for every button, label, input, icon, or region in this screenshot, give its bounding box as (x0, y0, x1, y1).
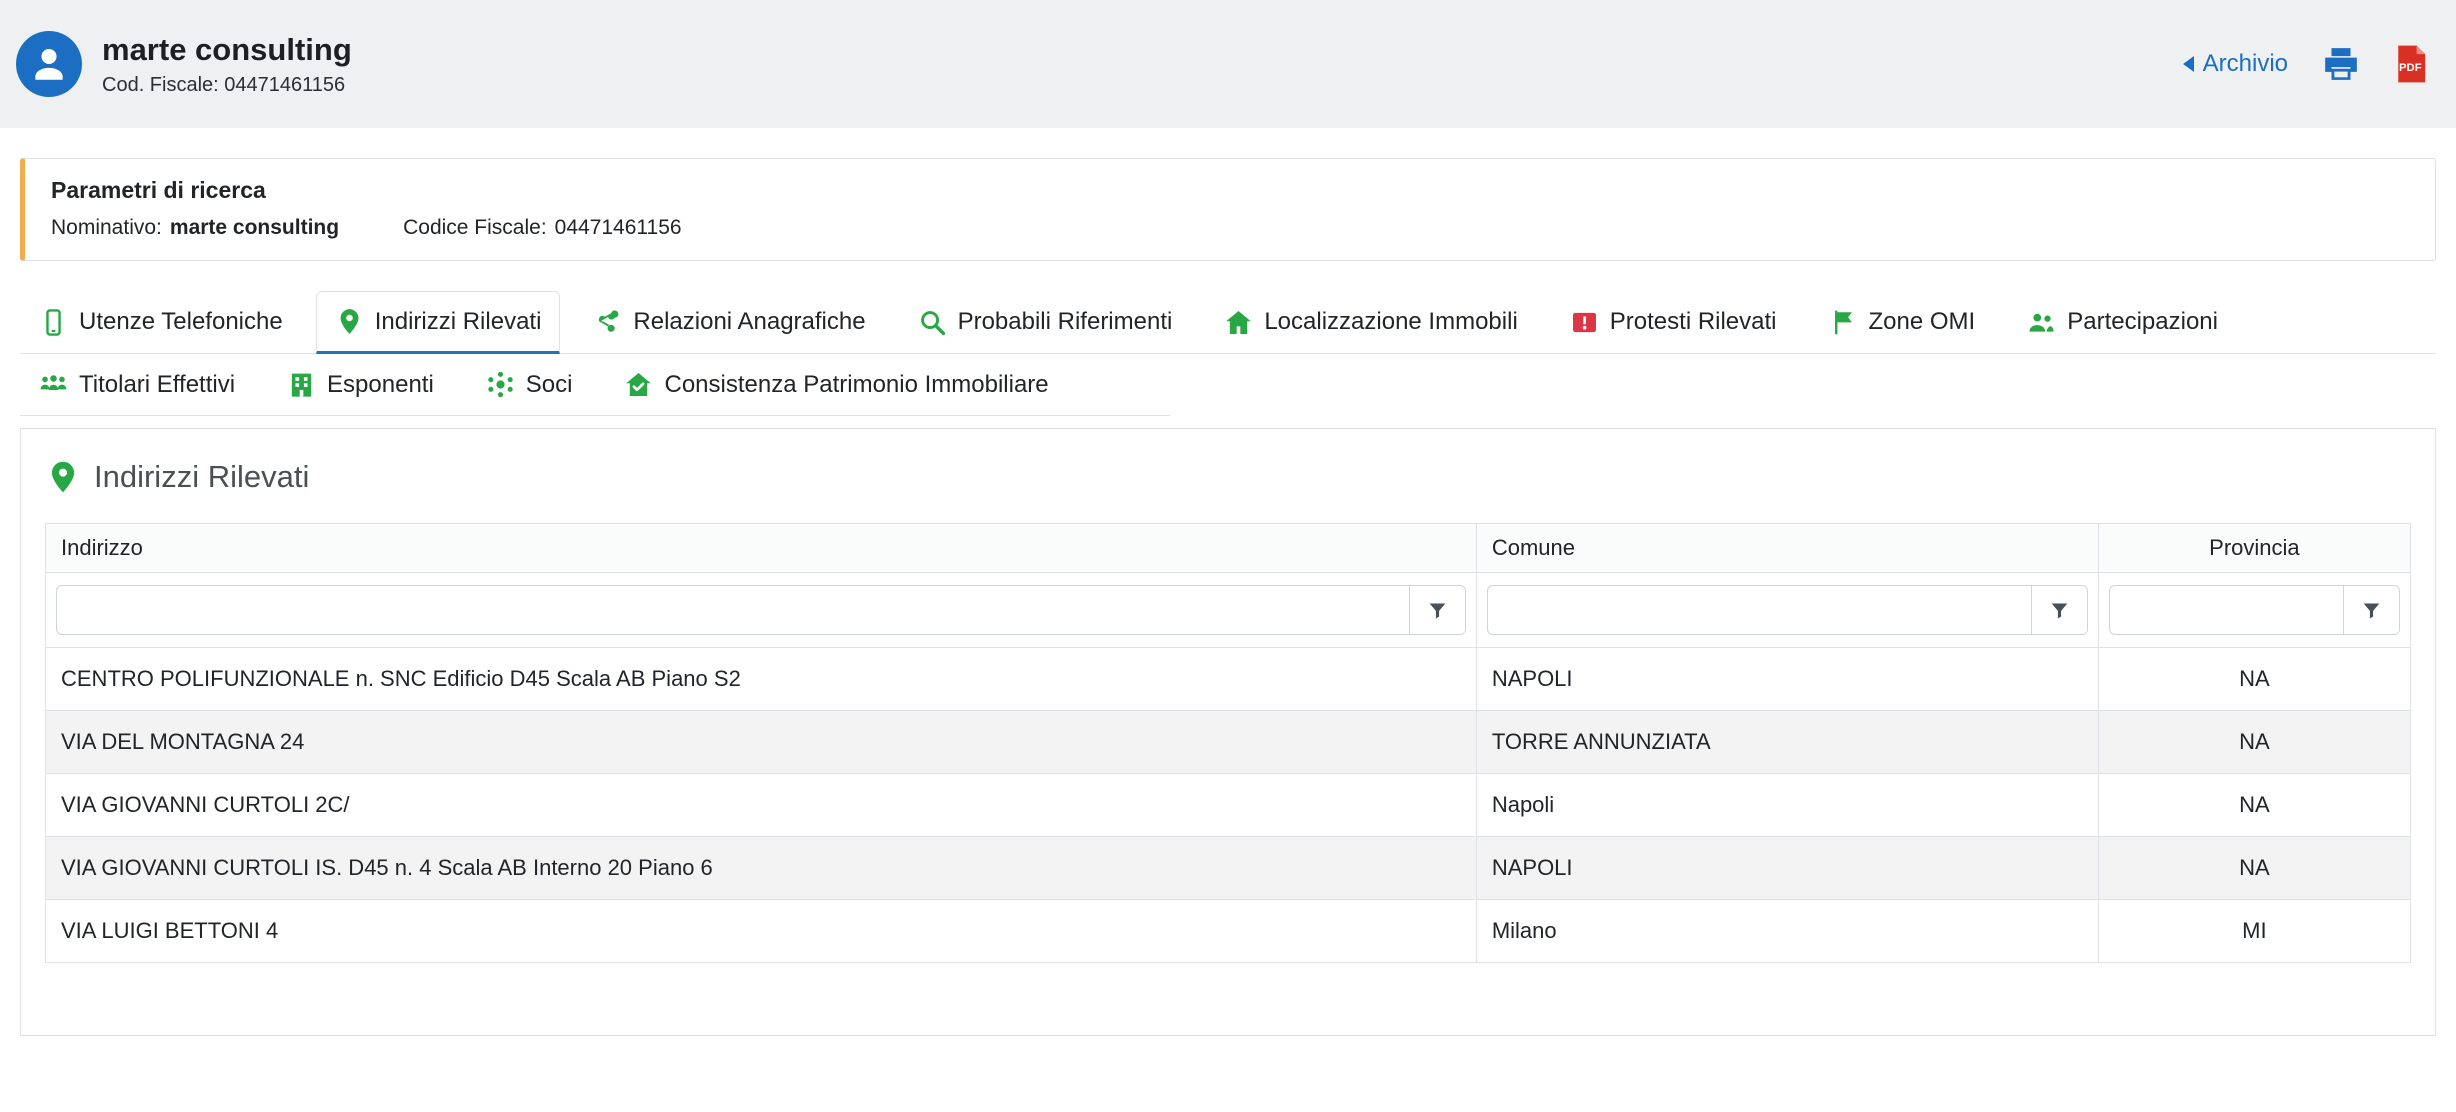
table-row: VIA DEL MONTAGNA 24 TORRE ANNUNZIATA NA (46, 711, 2411, 774)
cell-indirizzo: VIA GIOVANNI CURTOLI 2C/ (46, 774, 1477, 837)
house-check-icon (624, 370, 653, 399)
tab-relazioni-anagrafiche[interactable]: Relazioni Anagrafiche (574, 291, 884, 353)
column-header-comune: Comune (1476, 524, 2098, 573)
print-button[interactable] (2322, 45, 2360, 83)
table-row: VIA LUIGI BETTONI 4 Milano MI (46, 900, 2411, 963)
tab-titolari-effettivi[interactable]: Titolari Effettivi (20, 354, 254, 415)
archive-link[interactable]: Archivio (2183, 50, 2288, 78)
column-header-indirizzo: Indirizzo (46, 524, 1477, 573)
tab-label: Consistenza Patrimonio Immobiliare (664, 371, 1048, 399)
filter-input-provincia[interactable] (2110, 586, 2343, 634)
network-icon (593, 308, 622, 337)
building-icon (287, 370, 316, 399)
codice-fiscale-param: Codice Fiscale: 04471461156 (403, 216, 681, 240)
nominativo-label: Nominativo: (51, 216, 162, 240)
cell-provincia: NA (2098, 711, 2410, 774)
alert-card-icon (1570, 308, 1599, 337)
group-icon (39, 370, 68, 399)
table-row: VIA GIOVANNI CURTOLI IS. D45 n. 4 Scala … (46, 837, 2411, 900)
tab-consistenza-patrimonio-immobiliare[interactable]: Consistenza Patrimonio Immobiliare (605, 354, 1067, 415)
tabs-row-1: Utenze Telefoniche Indirizzi Rilevati Re… (20, 291, 2436, 354)
table-header-row: Indirizzo Comune Provincia (46, 524, 2411, 573)
avatar (16, 31, 82, 97)
filter-button-indirizzo[interactable] (1409, 586, 1465, 634)
page-title: marte consulting (102, 31, 352, 68)
print-icon (2322, 45, 2360, 83)
svg-text:PDF: PDF (2399, 62, 2422, 74)
tab-label: Soci (526, 371, 573, 399)
cell-provincia: NA (2098, 648, 2410, 711)
tab-label: Localizzazione Immobili (1264, 308, 1517, 336)
cell-provincia: NA (2098, 774, 2410, 837)
cell-indirizzo: VIA DEL MONTAGNA 24 (46, 711, 1477, 774)
archive-link-label: Archivio (2203, 50, 2288, 78)
tab-label: Indirizzi Rilevati (375, 308, 542, 336)
tab-utenze-telefoniche[interactable]: Utenze Telefoniche (20, 291, 302, 353)
cell-indirizzo: VIA GIOVANNI CURTOLI IS. D45 n. 4 Scala … (46, 837, 1477, 900)
tab-indirizzi-rilevati[interactable]: Indirizzi Rilevati (316, 291, 561, 354)
table-row: CENTRO POLIFUNZIONALE n. SNC Edificio D4… (46, 648, 2411, 711)
people-icon (2027, 308, 2056, 337)
tab-label: Titolari Effettivi (79, 371, 235, 399)
flag-icon (1829, 308, 1858, 337)
filter-input-comune[interactable] (1488, 586, 2031, 634)
tab-zone-omi[interactable]: Zone OMI (1810, 291, 1995, 353)
nominativo-param: Nominativo: marte consulting (51, 216, 339, 240)
map-pin-icon (45, 459, 81, 495)
cell-indirizzo: VIA LUIGI BETTONI 4 (46, 900, 1477, 963)
tab-label: Zone OMI (1869, 308, 1976, 336)
tab-label: Partecipazioni (2067, 308, 2218, 336)
back-arrow-icon (2183, 56, 2194, 72)
filter-button-provincia[interactable] (2343, 586, 2399, 634)
tab-label: Protesti Rilevati (1610, 308, 1777, 336)
cell-comune: TORRE ANNUNZIATA (1476, 711, 2098, 774)
filter-input-indirizzo[interactable] (57, 586, 1409, 634)
codice-fiscale-label: Codice Fiscale: (403, 216, 547, 240)
cell-comune: Napoli (1476, 774, 2098, 837)
tab-label: Relazioni Anagrafiche (633, 308, 865, 336)
fiscal-code-subtitle: Cod. Fiscale: 04471461156 (102, 74, 352, 97)
cell-comune: NAPOLI (1476, 837, 2098, 900)
search-parameters-card: Parametri di ricerca Nominativo: marte c… (20, 158, 2436, 261)
tab-label: Probabili Riferimenti (958, 308, 1173, 336)
tab-probabili-riferimenti[interactable]: Probabili Riferimenti (899, 291, 1192, 353)
tab-partecipazioni[interactable]: Partecipazioni (2008, 291, 2237, 353)
person-icon (28, 43, 70, 85)
export-pdf-button[interactable]: PDF (2394, 44, 2428, 84)
column-header-provincia: Provincia (2098, 524, 2410, 573)
table-row: VIA GIOVANNI CURTOLI 2C/ Napoli NA (46, 774, 2411, 837)
tab-localizzazione-immobili[interactable]: Localizzazione Immobili (1205, 291, 1536, 353)
search-parameters-title: Parametri di ricerca (51, 177, 2409, 204)
tabs-row-2: Titolari Effettivi Esponenti Soci Consis… (20, 354, 1170, 416)
cell-provincia: MI (2098, 900, 2410, 963)
tab-label: Utenze Telefoniche (79, 308, 283, 336)
tab-protesti-rilevati[interactable]: Protesti Rilevati (1551, 291, 1796, 353)
tab-soci[interactable]: Soci (467, 354, 592, 415)
filter-button-comune[interactable] (2031, 586, 2087, 634)
addresses-table: Indirizzo Comune Provincia (45, 523, 2411, 963)
section-title: Indirizzi Rilevati (94, 459, 309, 495)
table-filter-row (46, 573, 2411, 648)
page-header: marte consulting Cod. Fiscale: 044714611… (0, 0, 2456, 128)
round-table-icon (486, 370, 515, 399)
tab-label: Esponenti (327, 371, 434, 399)
house-icon (1224, 308, 1253, 337)
funnel-icon (2361, 600, 2382, 621)
cell-indirizzo: CENTRO POLIFUNZIONALE n. SNC Edificio D4… (46, 648, 1477, 711)
cell-comune: NAPOLI (1476, 648, 2098, 711)
codice-fiscale-value: 04471461156 (555, 216, 682, 240)
tab-esponenti[interactable]: Esponenti (268, 354, 453, 415)
funnel-icon (1427, 600, 1448, 621)
map-pin-icon (335, 307, 364, 336)
cell-provincia: NA (2098, 837, 2410, 900)
nominativo-value: marte consulting (170, 216, 339, 240)
pdf-icon: PDF (2394, 44, 2428, 84)
cell-comune: Milano (1476, 900, 2098, 963)
indirizzi-rilevati-panel: Indirizzi Rilevati Indirizzo Comune Prov… (20, 428, 2436, 1036)
search-icon (918, 308, 947, 337)
funnel-icon (2049, 600, 2070, 621)
phone-icon (39, 308, 68, 337)
